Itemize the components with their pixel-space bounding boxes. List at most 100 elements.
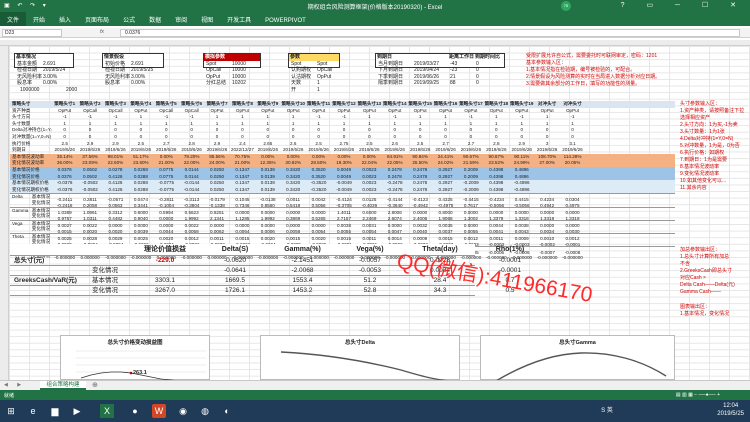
strategy-cell[interactable]: -0.3520 <box>306 180 331 187</box>
expiry-cell[interactable]: 2019/04/24 <box>414 67 450 74</box>
strategy-cell[interactable]: 0 <box>179 134 204 141</box>
box1-value[interactable]: 0.00% <box>43 80 57 86</box>
strategy-cell[interactable]: 1 <box>534 114 559 121</box>
strategy-cell[interactable]: -0.2009 <box>458 187 483 194</box>
summary-cell[interactable]: -0.0641 <box>200 266 270 276</box>
strategy-cell[interactable]: 0 <box>331 127 356 134</box>
box1-value[interactable]: 2019/5/24 <box>43 67 65 73</box>
strategy-cell[interactable]: 2019/6/26 <box>484 147 509 154</box>
strategy-cell[interactable]: -0.0502 <box>77 180 102 187</box>
box1-value[interactable]: 2.691 <box>43 61 56 67</box>
strategy-cell[interactable]: 23.60% <box>128 160 153 167</box>
strategy-cell[interactable]: 1 <box>306 121 331 128</box>
strategy-cell[interactable]: 0.00% <box>331 154 356 161</box>
strategy-cell[interactable]: 0.0139 <box>255 180 280 187</box>
strategy-cell[interactable]: -0.4896 <box>509 180 534 187</box>
strategy-cell[interactable]: 90.11% <box>509 154 534 161</box>
browser-icon[interactable]: e <box>26 404 40 418</box>
folder-icon[interactable]: ▆ <box>48 404 62 418</box>
strategy-cell[interactable]: -1 <box>331 114 356 121</box>
box4-value[interactable]: OpPut <box>317 74 331 80</box>
gamma-chart[interactable]: 总头寸Gamma <box>480 335 675 381</box>
strategy-header-cell[interactable]: 策略头寸1 <box>52 101 77 108</box>
strategy-cell[interactable]: 0.1347 <box>230 187 255 194</box>
strategy-cell[interactable]: 3.1 <box>560 141 585 148</box>
strategy-cell[interactable]: -0.0502 <box>77 187 102 194</box>
strategy-cell[interactable]: 2.9 <box>204 141 229 148</box>
expiry-cell[interactable]: 0 <box>476 74 496 81</box>
strategy-cell[interactable]: 0.00% <box>154 154 179 161</box>
box4-value[interactable]: OpCall <box>317 67 332 73</box>
strategy-cell[interactable]: 25.50% <box>407 160 432 167</box>
strategy-header-cell[interactable]: 策略头寸19 <box>509 101 534 108</box>
box4-value[interactable]: 1 <box>317 80 320 86</box>
strategy-cell[interactable]: 19.30% <box>331 160 356 167</box>
strategy-header-cell[interactable]: 策略头寸6 <box>179 101 204 108</box>
strategy-cell[interactable]: 0 <box>77 134 102 141</box>
wps-icon[interactable]: W <box>152 404 166 418</box>
strategy-cell[interactable]: OpPut <box>52 108 77 115</box>
ribbon-tab[interactable]: 数据 <box>142 12 168 26</box>
strategy-cell[interactable]: -1 <box>154 114 179 121</box>
strategy-header-cell[interactable]: 对冲头寸 <box>534 101 559 108</box>
strategy-cell[interactable]: 1 <box>204 121 229 128</box>
strategy-cell[interactable]: 0 <box>230 134 255 141</box>
strategy-cell[interactable]: 2019/6/26 <box>407 147 432 154</box>
zoom-controls[interactable]: ▤ ▥ ▦ − ──●── + <box>676 392 720 398</box>
ribbon-tab[interactable]: 开始 <box>26 12 52 26</box>
strategy-cell[interactable]: 2019/6/26 <box>433 147 458 154</box>
strategy-cell[interactable]: 0.0144 <box>179 174 204 181</box>
strategy-cell[interactable]: 1 <box>281 114 306 121</box>
strategy-cell[interactable]: OpCall <box>103 108 128 115</box>
strategy-cell[interactable]: 98.01% <box>103 154 128 161</box>
strategy-cell[interactable]: 2.75 <box>331 141 356 148</box>
strategy-cell[interactable]: 35.14% <box>52 154 77 161</box>
strategy-cell[interactable]: 1 <box>331 121 356 128</box>
strategy-cell[interactable]: 0.0250 <box>204 187 229 194</box>
expiry-cell[interactable]: 2019/09/25 <box>414 80 450 87</box>
strategy-cell[interactable]: 0.4398 <box>484 167 509 174</box>
strategy-cell[interactable]: 0.0278 <box>103 167 128 174</box>
box3-value[interactable]: 10000 <box>232 74 246 80</box>
strategy-cell[interactable]: 0.2478 <box>407 167 432 174</box>
summary-cell[interactable]: -229.0 <box>130 256 200 266</box>
strategy-cell[interactable]: 0.0250 <box>204 174 229 181</box>
strategy-cell[interactable]: 1 <box>407 114 432 121</box>
strategy-cell[interactable]: -1 <box>77 114 102 121</box>
strategy-cell[interactable]: 0.1347 <box>230 167 255 174</box>
expiry-cell[interactable]: -23 <box>450 67 476 74</box>
strategy-cell[interactable]: 1 <box>154 121 179 128</box>
ribbon-tab[interactable]: 公式 <box>116 12 142 26</box>
expiry-cell[interactable]: 0 <box>476 67 496 74</box>
strategy-cell[interactable]: 2019/6/26 <box>179 147 204 154</box>
ribbon-tab[interactable]: 审阅 <box>168 12 194 26</box>
strategy-cell[interactable]: 1 <box>77 121 102 128</box>
box2-value[interactable]: 2019/5/25 <box>131 67 153 73</box>
ribbon-tab[interactable]: 视图 <box>194 12 220 26</box>
strategy-cell[interactable]: 23.52% <box>484 160 509 167</box>
strategy-cell[interactable]: 21.59% <box>458 160 483 167</box>
strategy-header-cell[interactable]: 策略头寸18 <box>484 101 509 108</box>
strategy-cell[interactable]: 0 <box>306 127 331 134</box>
strategy-cell[interactable]: 0 <box>357 127 382 134</box>
window-controls[interactable]: ? ▭ ─ ☐ ✕ <box>621 1 746 9</box>
strategy-cell[interactable]: -1 <box>306 114 331 121</box>
strategy-cell[interactable]: 0 <box>509 134 534 141</box>
strategy-cell[interactable]: -0.0775 <box>154 180 179 187</box>
strategy-cell[interactable]: 2019/6/26 <box>281 147 306 154</box>
strategy-cell[interactable]: 2019/6/26 <box>103 147 128 154</box>
strategy-cell[interactable]: 2.65 <box>255 141 280 148</box>
strategy-cell[interactable]: 2.7 <box>433 141 458 148</box>
expiry-cell[interactable]: 0 <box>476 80 496 87</box>
strategy-cell[interactable]: 1 <box>103 121 128 128</box>
fx-icon[interactable]: fx <box>100 29 104 35</box>
summary-cell[interactable]: 1453.2 <box>270 286 335 296</box>
strategy-cell[interactable]: 0.2927 <box>433 174 458 181</box>
strategy-cell[interactable]: 24.99% <box>509 160 534 167</box>
strategy-cell[interactable]: 20.05% <box>560 160 585 167</box>
strategy-cell[interactable]: 0.0268 <box>128 167 153 174</box>
strategy-cell[interactable]: 2.6 <box>382 141 407 148</box>
strategy-cell[interactable]: 0 <box>560 127 585 134</box>
expiry-cell[interactable]: 88 <box>450 80 476 87</box>
strategy-cell[interactable]: 0.2009 <box>458 174 483 181</box>
